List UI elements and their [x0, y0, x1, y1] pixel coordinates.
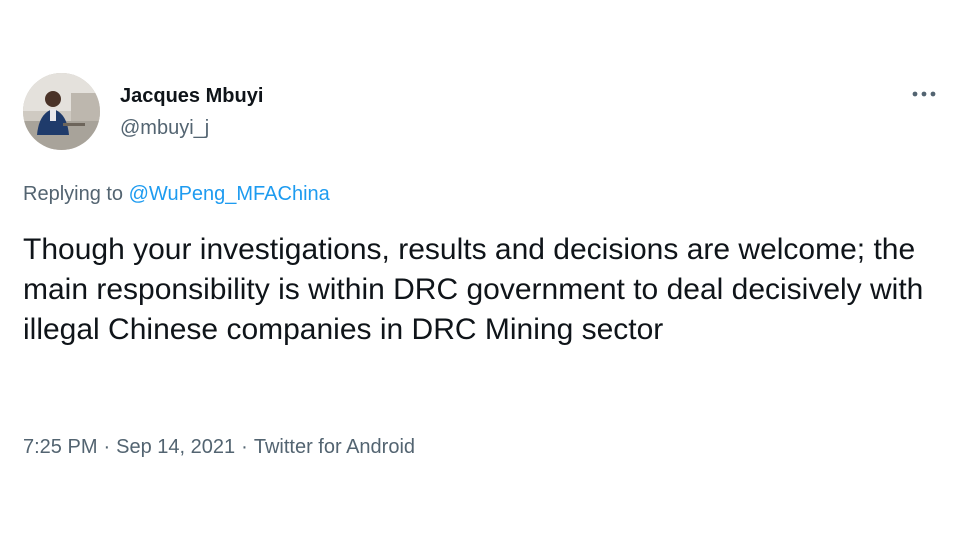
replying-to: Replying to @WuPeng_MFAChina [23, 181, 330, 207]
avatar-image [23, 73, 100, 150]
tweet-meta: 7:25 PM · Sep 14, 2021 · Twitter for Android [23, 434, 415, 460]
tweet-source[interactable]: Twitter for Android [254, 436, 415, 458]
display-name[interactable]: Jacques Mbuyi [120, 84, 263, 108]
more-options-icon-svg [912, 91, 936, 97]
replying-to-label: Replying to [23, 183, 124, 205]
tweet-card: Jacques Mbuyi @mbuyi_j Replying to @WuPe… [0, 0, 960, 540]
reply-mention-link[interactable]: @WuPeng_MFAChina [129, 183, 330, 205]
tweet-date[interactable]: Sep 14, 2021 [116, 436, 235, 458]
tweet-time[interactable]: 7:25 PM [23, 436, 97, 458]
handle[interactable]: @mbuyi_j [120, 116, 263, 140]
more-options-icon[interactable] [910, 83, 938, 105]
avatar[interactable] [23, 73, 100, 150]
tweet-text: Though your investigations, results and … [23, 233, 924, 346]
author-block: Jacques Mbuyi @mbuyi_j [120, 84, 263, 140]
meta-separator: · [103, 436, 111, 458]
meta-separator: · [241, 436, 248, 458]
